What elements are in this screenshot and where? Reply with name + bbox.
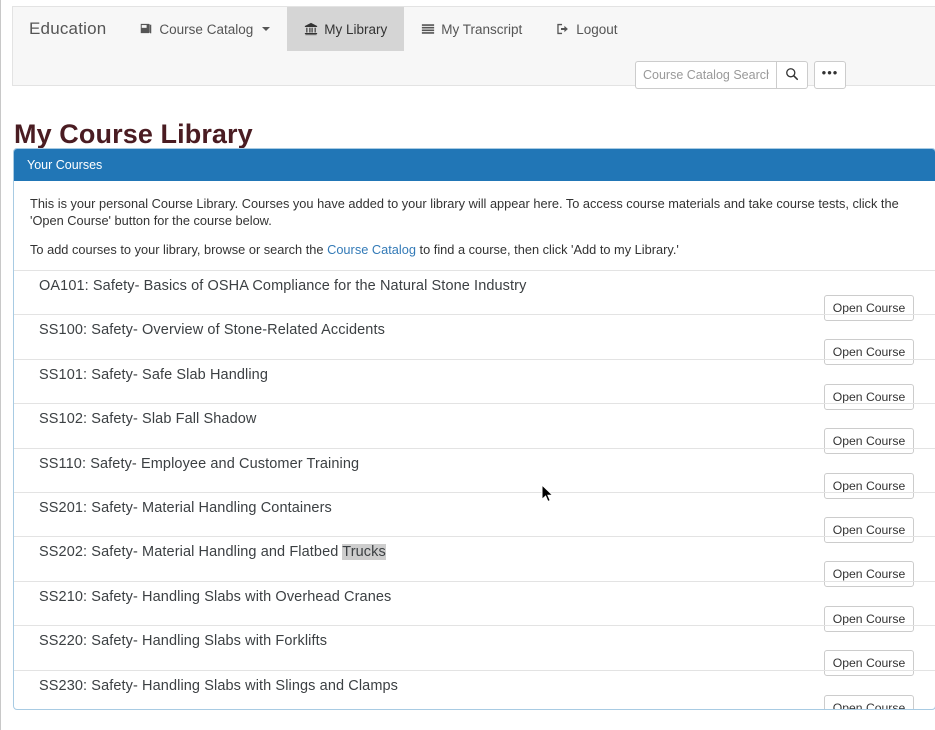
page-title: My Course Library (14, 119, 253, 150)
chevron-down-icon (262, 27, 271, 31)
course-catalog-link[interactable]: Course Catalog (327, 242, 416, 257)
course-title: SS201: Safety- Material Handling Contain… (39, 499, 332, 516)
course-title: SS202: Safety- Material Handling and Fla… (39, 544, 386, 561)
course-list: OA101: Safety- Basics of OSHA Compliance… (14, 270, 935, 709)
nav-item-logout-label: Logout (576, 21, 618, 37)
selected-text: Trucks (342, 544, 386, 561)
list-icon (421, 22, 435, 36)
course-catalog-search-group: ••• (635, 61, 846, 89)
course-title: SS230: Safety- Handling Slabs with Sling… (39, 677, 399, 694)
navbar-links: Education Course Catalog My Library My T… (13, 7, 935, 51)
nav-item-my-library-label: My Library (324, 21, 388, 37)
nav-item-my-transcript[interactable]: My Transcript (404, 7, 539, 51)
course-row: SS110: Safety- Employee and Customer Tra… (14, 447, 935, 499)
nav-item-my-library[interactable]: My Library (287, 7, 405, 51)
intro-text: This is your personal Course Library. Co… (14, 181, 935, 258)
course-row: SS202: Safety- Material Handling and Fla… (14, 536, 935, 588)
bank-icon (304, 22, 318, 36)
intro-paragraph-2-prefix: To add courses to your library, browse o… (30, 242, 328, 257)
magnifier-icon (785, 67, 799, 84)
search-input[interactable] (635, 61, 776, 89)
course-row: SS100: Safety- Overview of Stone-Related… (14, 314, 935, 366)
nav-item-my-transcript-label: My Transcript (441, 21, 523, 37)
more-options-button[interactable]: ••• (814, 61, 846, 89)
brand-education[interactable]: Education (13, 7, 122, 51)
course-row: SS210: Safety- Handling Slabs with Overh… (14, 580, 935, 632)
course-title: SS220: Safety- Handling Slabs with Forkl… (39, 633, 328, 650)
course-title: SS110: Safety- Employee and Customer Tra… (39, 455, 360, 472)
sign-out-icon (556, 22, 570, 36)
intro-paragraph-2: To add courses to your library, browse o… (30, 241, 919, 258)
book-icon (139, 22, 153, 36)
panel-heading: Your Courses (14, 149, 935, 181)
intro-paragraph-1: This is your personal Course Library. Co… (30, 196, 899, 228)
course-row: SS201: Safety- Material Handling Contain… (14, 491, 935, 543)
course-row: SS102: Safety- Slab Fall Shadow Open Cour… (14, 403, 935, 455)
search-button[interactable] (776, 61, 808, 89)
your-courses-panel: Your Courses This is your personal Cours… (13, 148, 935, 710)
panel-body: This is your personal Course Library. Co… (14, 181, 935, 709)
course-title: SS210: Safety- Handling Slabs with Overh… (39, 588, 392, 605)
page-root: Education Course Catalog My Library My T… (0, 0, 935, 730)
course-row: OA101: Safety- Basics of OSHA Compliance… (14, 270, 935, 321)
intro-paragraph-2-suffix: to find a course, then click 'Add to my … (416, 242, 679, 257)
course-row: SS101: Safety- Safe Slab Handling Open Co… (14, 358, 935, 410)
nav-item-course-catalog-label: Course Catalog (159, 21, 254, 37)
panel-heading-label: Your Courses (27, 158, 103, 172)
course-title: OA101: Safety- Basics of OSHA Compliance… (39, 278, 527, 294)
course-title: SS102: Safety- Slab Fall Shadow (39, 411, 257, 428)
nav-item-course-catalog[interactable]: Course Catalog (122, 7, 287, 51)
course-row: SS220: Safety- Handling Slabs with Forkl… (14, 625, 935, 677)
course-title: SS100: Safety- Overview of Stone-Related… (39, 322, 385, 339)
course-row: SS230: Safety- Handling Slabs with Sling… (14, 669, 935, 709)
course-title: SS101: Safety- Safe Slab Handling (39, 366, 268, 383)
main-navbar: Education Course Catalog My Library My T… (12, 6, 935, 89)
open-course-button[interactable]: Open Course (824, 694, 914, 709)
nav-item-logout[interactable]: Logout (539, 7, 634, 51)
